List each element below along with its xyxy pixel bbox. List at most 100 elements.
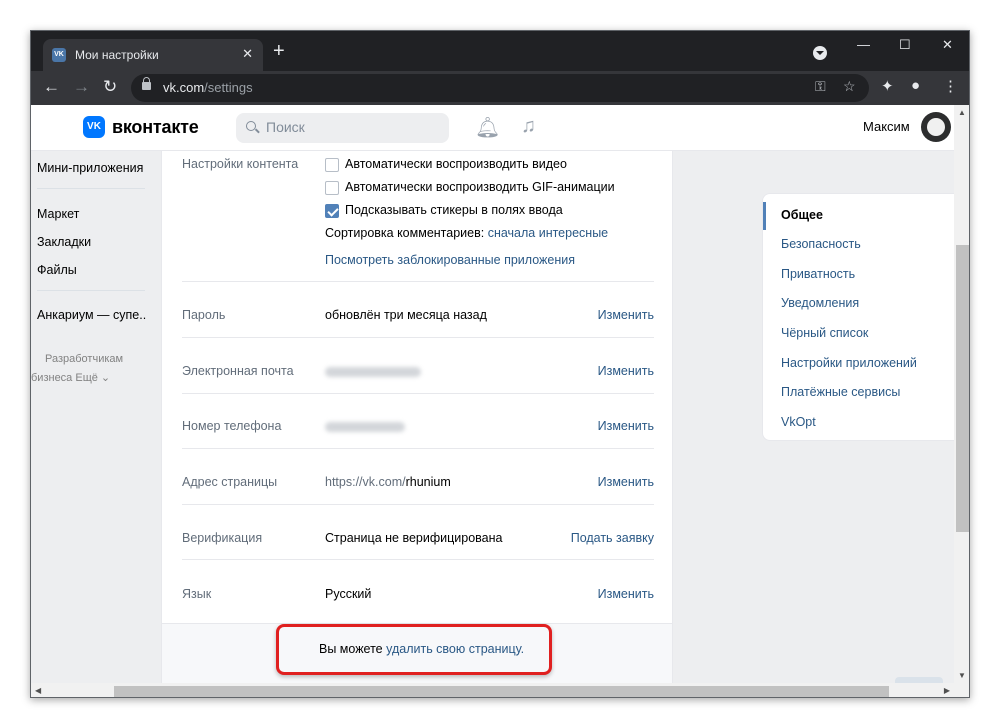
avatar[interactable] bbox=[921, 112, 951, 142]
key-icon[interactable]: ⚿ bbox=[815, 78, 826, 95]
page-address-change-link[interactable]: Изменить bbox=[598, 475, 654, 489]
nav-item-mini-apps[interactable]: Мини-приложения bbox=[37, 161, 143, 175]
scroll-right-icon[interactable]: ▶ bbox=[944, 686, 950, 695]
forward-arrow-icon[interactable]: → bbox=[73, 77, 90, 97]
close-window-button[interactable]: ✕ bbox=[942, 37, 953, 53]
verification-label: Верификация bbox=[182, 531, 263, 545]
bell-icon[interactable]: 🔔︎ bbox=[475, 115, 500, 140]
phone-label: Номер телефона bbox=[182, 419, 282, 433]
menu-item-security[interactable]: Безопасность bbox=[781, 237, 861, 251]
tab-search-icon[interactable] bbox=[813, 46, 827, 60]
delete-page-text: Вы можете удалить свою страницу. bbox=[319, 642, 525, 656]
content-settings-label: Настройки контента bbox=[182, 157, 299, 171]
active-indicator bbox=[763, 202, 766, 230]
row-divider bbox=[182, 393, 654, 394]
scroll-down-icon[interactable]: ▼ bbox=[958, 671, 966, 680]
tab-strip: VK Мои настройки ✕ + — ☐ ✕ bbox=[31, 31, 969, 71]
page-address-value: https://vk.com/rhunium bbox=[325, 475, 451, 489]
url-text[interactable]: vk.com/settings bbox=[163, 80, 253, 95]
back-arrow-icon[interactable]: ← bbox=[43, 77, 60, 97]
search-box[interactable] bbox=[236, 113, 449, 143]
card-footer: Вы можете удалить свою страницу. bbox=[162, 623, 672, 683]
page-viewport: VK вконтакте 🔔︎ ♫ Максим Мини-приложения… bbox=[31, 105, 954, 683]
horizontal-scrollbar[interactable]: ◀ ▶ bbox=[31, 683, 969, 697]
horizontal-scroll-thumb[interactable] bbox=[114, 686, 889, 697]
menu-item-general[interactable]: Общее bbox=[781, 208, 823, 222]
email-value-blurred bbox=[325, 367, 421, 377]
menu-item-blacklist[interactable]: Чёрный список bbox=[781, 326, 868, 340]
comment-sort-label: Сортировка комментариев: сначала интерес… bbox=[325, 226, 609, 240]
comment-sort-value[interactable]: сначала интересные bbox=[488, 226, 608, 240]
checkbox-autoplay-video[interactable] bbox=[325, 158, 339, 172]
blocked-apps-link[interactable]: Посмотреть заблокированные приложения bbox=[325, 253, 575, 267]
menu-kebab-icon[interactable]: ⋮ bbox=[943, 77, 958, 95]
vk-brand[interactable]: вконтакте bbox=[112, 117, 199, 138]
vk-favicon-icon: VK bbox=[52, 48, 66, 62]
phone-value-blurred bbox=[325, 422, 405, 432]
page-address-label: Адрес страницы bbox=[182, 475, 278, 489]
search-input[interactable] bbox=[266, 119, 436, 135]
footer-more-link[interactable]: бизнеса Ещё ⌄ bbox=[31, 371, 110, 384]
delete-page-link[interactable]: удалить свою страницу. bbox=[386, 642, 524, 656]
user-name[interactable]: Максим bbox=[863, 119, 910, 134]
reload-icon[interactable]: ↻ bbox=[103, 77, 117, 97]
settings-card: Настройки контента Автоматически воспрои… bbox=[161, 151, 673, 683]
password-value: обновлён три месяца назад bbox=[325, 308, 487, 322]
nav-item-files[interactable]: Файлы bbox=[37, 263, 77, 277]
verification-apply-link[interactable]: Подать заявку bbox=[571, 531, 654, 545]
nav-item-bookmarks[interactable]: Закладки bbox=[37, 235, 91, 249]
language-label: Язык bbox=[182, 587, 212, 601]
language-value: Русский bbox=[325, 587, 372, 601]
profile-icon[interactable]: ● bbox=[911, 77, 920, 94]
minimize-button[interactable]: — bbox=[857, 37, 870, 52]
footer-developers-link[interactable]: Разработчикам bbox=[45, 353, 123, 365]
row-divider bbox=[182, 337, 654, 338]
vertical-scroll-thumb[interactable] bbox=[956, 245, 969, 532]
row-divider bbox=[182, 281, 654, 282]
menu-item-privacy[interactable]: Приватность bbox=[781, 267, 855, 281]
menu-item-app-settings[interactable]: Настройки приложений bbox=[781, 356, 917, 370]
checkbox-label[interactable]: Автоматически воспроизводить GIF-анимаци… bbox=[345, 180, 615, 194]
extensions-puzzle-icon[interactable]: ✦ bbox=[881, 77, 894, 95]
phone-change-link[interactable]: Изменить bbox=[598, 419, 654, 433]
row-divider bbox=[182, 448, 654, 449]
vk-header: VK вконтакте 🔔︎ ♫ Максим bbox=[31, 105, 954, 151]
tab-close-icon[interactable]: ✕ bbox=[242, 46, 253, 62]
checkbox-autoplay-gif[interactable] bbox=[325, 181, 339, 195]
music-note-icon[interactable]: ♫ bbox=[521, 115, 536, 138]
menu-item-payments[interactable]: Платёжные сервисы bbox=[781, 385, 900, 399]
scroll-left-icon[interactable]: ◀ bbox=[35, 686, 41, 695]
delete-page-highlight: Вы можете удалить свою страницу. bbox=[276, 624, 552, 675]
settings-menu: Общее Безопасность Приватность Уведомлен… bbox=[762, 193, 954, 441]
address-bar[interactable]: vk.com/settings ⚿ ☆ bbox=[131, 74, 869, 102]
row-divider bbox=[182, 504, 654, 505]
star-icon[interactable]: ☆ bbox=[843, 78, 856, 95]
verification-value: Страница не верифицирована bbox=[325, 531, 503, 545]
nav-divider bbox=[37, 188, 145, 189]
browser-toolbar: ← → ↻ vk.com/settings ⚿ ☆ ✦ ● ⋮ bbox=[31, 71, 969, 105]
email-label: Электронная почта bbox=[182, 364, 294, 378]
lock-icon bbox=[142, 77, 151, 91]
language-change-link[interactable]: Изменить bbox=[598, 587, 654, 601]
nav-item-market[interactable]: Маркет bbox=[37, 207, 79, 221]
nav-divider bbox=[37, 290, 145, 291]
checkbox-sticker-hints[interactable] bbox=[325, 204, 339, 218]
password-label: Пароль bbox=[182, 308, 226, 322]
menu-item-vkopt[interactable]: VkOpt bbox=[781, 415, 816, 429]
new-tab-button[interactable]: + bbox=[273, 41, 285, 61]
menu-item-notifications[interactable]: Уведомления bbox=[781, 296, 859, 310]
password-change-link[interactable]: Изменить bbox=[598, 308, 654, 322]
scroll-up-icon[interactable]: ▲ bbox=[958, 108, 966, 117]
vertical-scrollbar[interactable]: ▲ ▼ bbox=[954, 105, 969, 683]
checkbox-label[interactable]: Подсказывать стикеры в полях ввода bbox=[345, 203, 563, 217]
email-change-link[interactable]: Изменить bbox=[598, 364, 654, 378]
checkbox-label[interactable]: Автоматически воспроизводить видео bbox=[345, 157, 567, 171]
search-icon bbox=[246, 121, 256, 131]
browser-window: VK Мои настройки ✕ + — ☐ ✕ ← → ↻ vk.com/… bbox=[30, 30, 970, 698]
tab-title: Мои настройки bbox=[75, 48, 159, 62]
nav-item-ancarium[interactable]: Анкариум — супе.. bbox=[37, 308, 146, 322]
row-divider bbox=[182, 559, 654, 560]
tab-settings[interactable]: VK Мои настройки ✕ bbox=[43, 39, 263, 71]
maximize-button[interactable]: ☐ bbox=[899, 37, 911, 53]
vk-logo-icon[interactable]: VK bbox=[83, 116, 105, 138]
